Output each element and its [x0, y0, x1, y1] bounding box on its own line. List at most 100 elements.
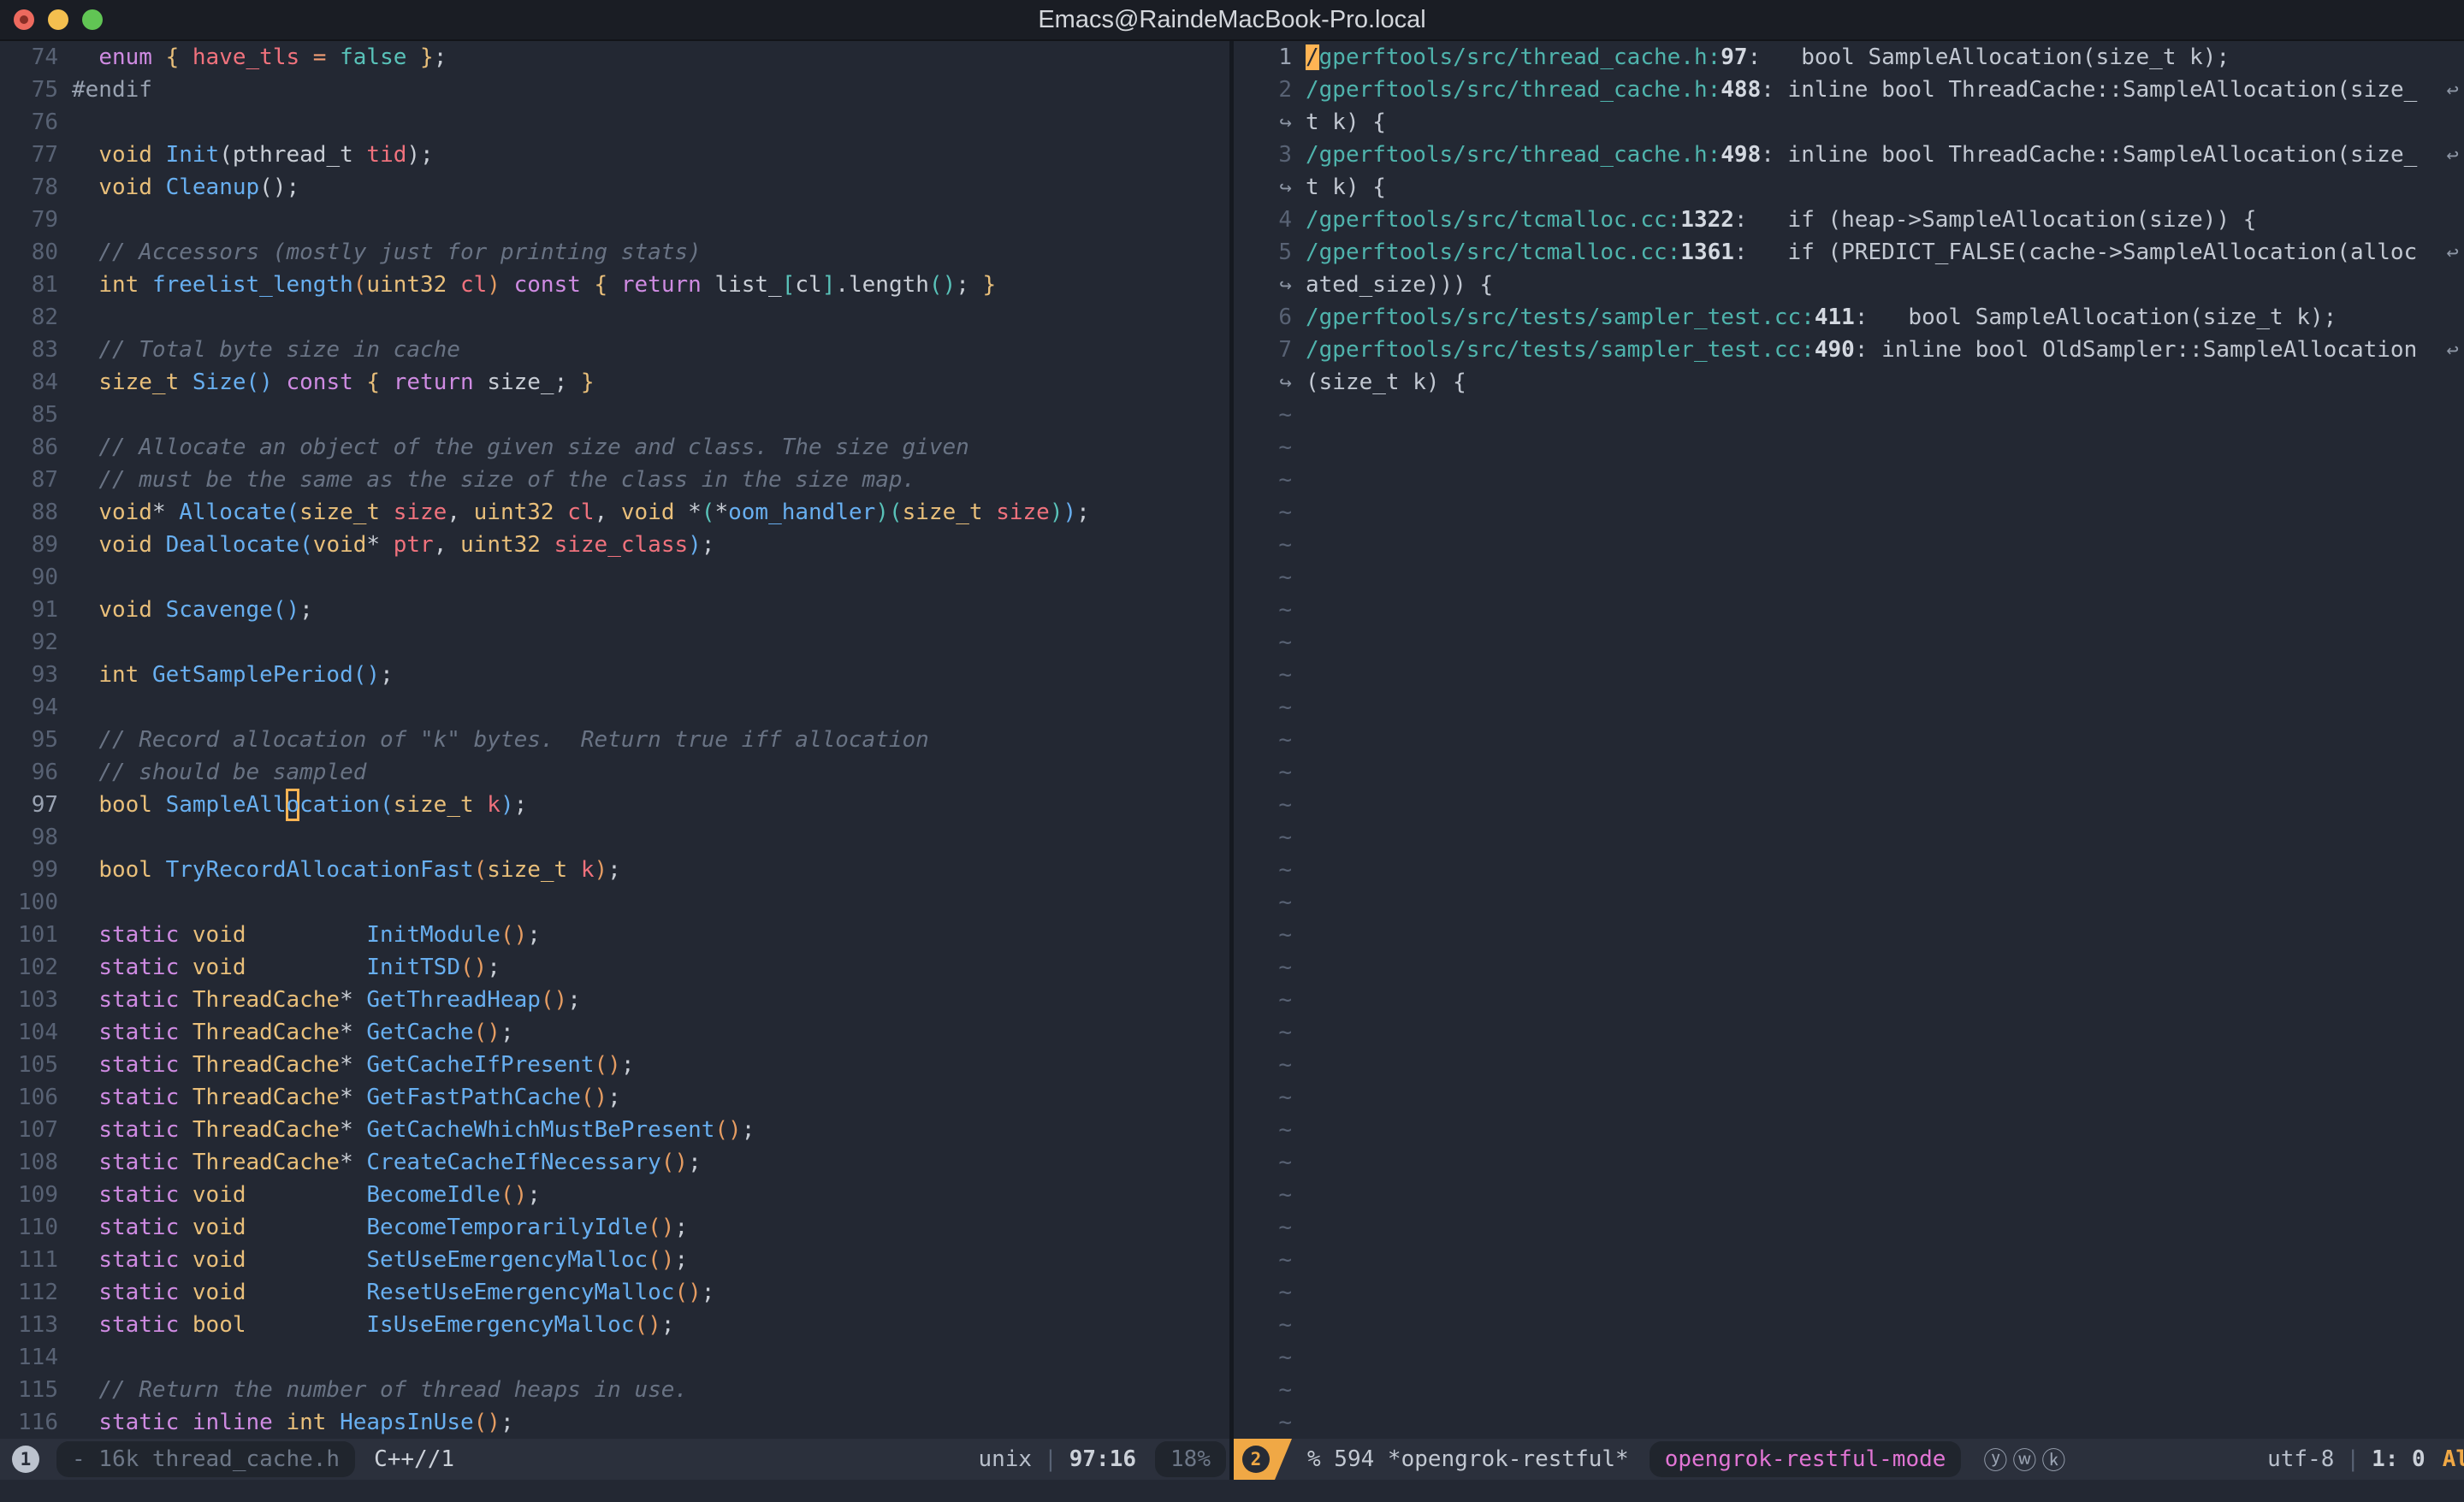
window-number-badge[interactable]: 2 — [1242, 1446, 1270, 1473]
code-line[interactable]: 75#endif — [0, 74, 1229, 106]
code-line[interactable]: 88 void* Allocate(size_t size, uint32 cl… — [0, 496, 1229, 529]
zoom-button[interactable] — [82, 9, 103, 30]
code-line[interactable]: 116 static inline int HeapsInUse(); — [0, 1406, 1229, 1439]
major-mode-indicator[interactable]: C++//1 — [374, 1446, 454, 1472]
result-continuation[interactable]: ↪ated_size))) { — [1234, 269, 2464, 301]
code-line[interactable]: 89 void Deallocate(void* ptr, uint32 siz… — [0, 529, 1229, 561]
empty-line[interactable]: ~ — [1234, 1016, 2464, 1049]
echo-area[interactable] — [0, 1480, 2464, 1502]
code-line[interactable]: 93 int GetSamplePeriod(); — [0, 659, 1229, 691]
code-line[interactable]: 104 static ThreadCache* GetCache(); — [0, 1016, 1229, 1049]
code-line[interactable]: 74 enum { have_tls = false }; — [0, 41, 1229, 74]
code-line[interactable]: 108 static ThreadCache* CreateCacheIfNec… — [0, 1146, 1229, 1179]
search-result-row[interactable]: 4/gperftools/src/tcmalloc.cc:1322: if (h… — [1234, 204, 2464, 236]
empty-line[interactable]: ~ — [1234, 1211, 2464, 1244]
empty-line[interactable]: ~ — [1234, 886, 2464, 919]
code-line[interactable]: 115 // Return the number of thread heaps… — [0, 1374, 1229, 1406]
empty-line[interactable]: ~ — [1234, 464, 2464, 496]
empty-line[interactable]: ~ — [1234, 594, 2464, 626]
close-button[interactable] — [14, 9, 34, 30]
search-result-row[interactable]: 3/gperftools/src/thread_cache.h:498: inl… — [1234, 139, 2464, 171]
code-line[interactable]: 110 static void BecomeTemporarilyIdle(); — [0, 1211, 1229, 1244]
source-buffer[interactable]: 74 enum { have_tls = false };75#endif767… — [0, 41, 1229, 1439]
empty-line[interactable]: ~ — [1234, 1276, 2464, 1309]
code-line[interactable]: 105 static ThreadCache* GetCacheIfPresen… — [0, 1049, 1229, 1081]
empty-line[interactable]: ~ — [1234, 1049, 2464, 1081]
search-result-row[interactable]: 7/gperftools/src/tests/sampler_test.cc:4… — [1234, 334, 2464, 366]
code-line[interactable]: 85 — [0, 399, 1229, 431]
result-continuation[interactable]: ↪(size_t k) { — [1234, 366, 2464, 399]
code-line[interactable]: 101 static void InitModule(); — [0, 919, 1229, 951]
code-line[interactable]: 102 static void InitTSD(); — [0, 951, 1229, 984]
empty-line[interactable]: ~ — [1234, 789, 2464, 821]
empty-line[interactable]: ~ — [1234, 1114, 2464, 1146]
empty-line[interactable]: ~ — [1234, 1081, 2464, 1114]
code-line[interactable]: 97 bool SampleAllocation(size_t k); — [0, 789, 1229, 821]
code-line[interactable]: 81 int freelist_length(uint32 cl) const … — [0, 269, 1229, 301]
major-mode-indicator[interactable]: opengrok-restful-mode — [1650, 1441, 1962, 1477]
code-line[interactable]: 90 — [0, 561, 1229, 594]
empty-line[interactable]: ~ — [1234, 756, 2464, 789]
code-line[interactable]: 84 size_t Size() const { return size_; } — [0, 366, 1229, 399]
code-line[interactable]: 103 static ThreadCache* GetThreadHeap(); — [0, 984, 1229, 1016]
minimize-button[interactable] — [48, 9, 68, 30]
empty-line[interactable]: ~ — [1234, 626, 2464, 659]
empty-line[interactable]: ~ — [1234, 529, 2464, 561]
empty-line[interactable]: ~ — [1234, 919, 2464, 951]
code-line[interactable]: 94 — [0, 691, 1229, 724]
empty-line[interactable]: ~ — [1234, 1341, 2464, 1374]
code-line[interactable]: 96 // should be sampled — [0, 756, 1229, 789]
buffer-name[interactable]: - 16k thread_cache.h — [56, 1441, 355, 1477]
opengrok-results-buffer[interactable]: 1/gperftools/src/thread_cache.h:97: bool… — [1234, 41, 2464, 1439]
eol-indicator[interactable]: unix — [978, 1446, 1032, 1472]
empty-line[interactable]: ~ — [1234, 561, 2464, 594]
empty-line[interactable]: ~ — [1234, 854, 2464, 886]
empty-line[interactable]: ~ — [1234, 1146, 2464, 1179]
code-line[interactable]: 82 — [0, 301, 1229, 334]
code-line[interactable]: 113 static bool IsUseEmergencyMalloc(); — [0, 1309, 1229, 1341]
empty-line[interactable]: ~ — [1234, 1179, 2464, 1211]
result-continuation[interactable]: ↪t k) { — [1234, 106, 2464, 139]
code-line[interactable]: 76 — [0, 106, 1229, 139]
empty-line[interactable]: ~ — [1234, 1309, 2464, 1341]
code-line[interactable]: 99 bool TryRecordAllocationFast(size_t k… — [0, 854, 1229, 886]
code-line[interactable]: 106 static ThreadCache* GetFastPathCache… — [0, 1081, 1229, 1114]
minor-mode-icons[interactable]: ⓨⓦⓚ — [1983, 1442, 2070, 1476]
search-result-row[interactable]: 1/gperftools/src/thread_cache.h:97: bool… — [1234, 41, 2464, 74]
empty-line[interactable]: ~ — [1234, 659, 2464, 691]
code-line[interactable]: 86 // Allocate an object of the given si… — [0, 431, 1229, 464]
empty-line[interactable]: ~ — [1234, 431, 2464, 464]
empty-line[interactable]: ~ — [1234, 399, 2464, 431]
code-line[interactable]: 111 static void SetUseEmergencyMalloc(); — [0, 1244, 1229, 1276]
empty-line[interactable]: ~ — [1234, 1374, 2464, 1406]
code-line[interactable]: 98 — [0, 821, 1229, 854]
empty-line[interactable]: ~ — [1234, 951, 2464, 984]
code-line[interactable]: 80 // Accessors (mostly just for printin… — [0, 236, 1229, 269]
window-number-badge[interactable]: 1 — [12, 1446, 39, 1473]
empty-line[interactable]: ~ — [1234, 691, 2464, 724]
code-line[interactable]: 109 static void BecomeIdle(); — [0, 1179, 1229, 1211]
empty-line[interactable]: ~ — [1234, 496, 2464, 529]
code-line[interactable]: 83 // Total byte size in cache — [0, 334, 1229, 366]
search-result-row[interactable]: 6/gperftools/src/tests/sampler_test.cc:4… — [1234, 301, 2464, 334]
code-line[interactable]: 87 // must be the same as the size of th… — [0, 464, 1229, 496]
code-line[interactable]: 78 void Cleanup(); — [0, 171, 1229, 204]
code-line[interactable]: 100 — [0, 886, 1229, 919]
code-line[interactable]: 92 — [0, 626, 1229, 659]
code-line[interactable]: 91 void Scavenge(); — [0, 594, 1229, 626]
code-line[interactable]: 112 static void ResetUseEmergencyMalloc(… — [0, 1276, 1229, 1309]
empty-line[interactable]: ~ — [1234, 821, 2464, 854]
empty-line[interactable]: ~ — [1234, 984, 2464, 1016]
empty-line[interactable]: ~ — [1234, 1406, 2464, 1439]
search-result-row[interactable]: 5/gperftools/src/tcmalloc.cc:1361: if (P… — [1234, 236, 2464, 269]
code-line[interactable]: 77 void Init(pthread_t tid); — [0, 139, 1229, 171]
encoding-indicator[interactable]: utf-8 — [2267, 1446, 2334, 1472]
code-line[interactable]: 114 — [0, 1341, 1229, 1374]
result-continuation[interactable]: ↪t k) { — [1234, 171, 2464, 204]
buffer-name[interactable]: % 594 *opengrok-restful* — [1307, 1446, 1629, 1472]
search-result-row[interactable]: 2/gperftools/src/thread_cache.h:488: inl… — [1234, 74, 2464, 106]
code-line[interactable]: 79 — [0, 204, 1229, 236]
empty-line[interactable]: ~ — [1234, 1244, 2464, 1276]
code-line[interactable]: 107 static ThreadCache* GetCacheWhichMus… — [0, 1114, 1229, 1146]
code-line[interactable]: 95 // Record allocation of "k" bytes. Re… — [0, 724, 1229, 756]
